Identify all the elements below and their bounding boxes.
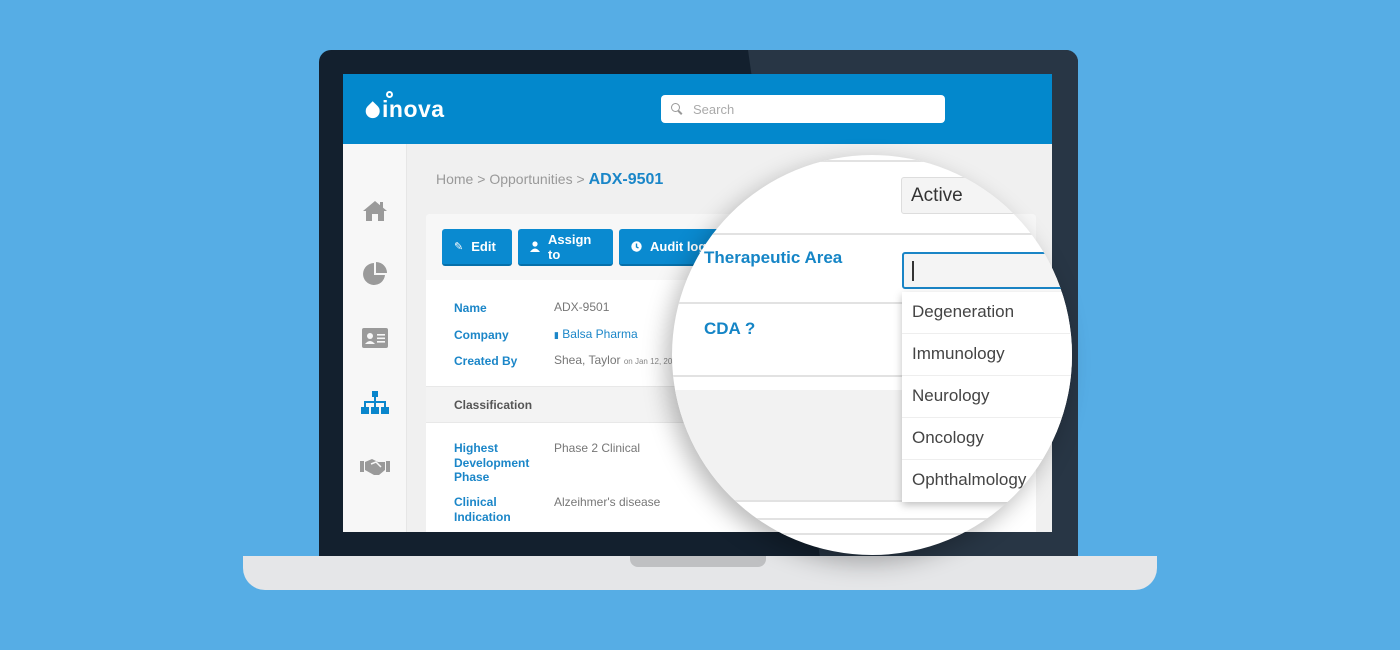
company-label: Company (454, 328, 509, 342)
logo-label: inova (382, 95, 445, 122)
name-value: ADX-9501 (554, 300, 610, 314)
user-icon (530, 241, 540, 252)
divider (672, 302, 902, 304)
sidebar-item-reports[interactable] (360, 259, 390, 289)
sidebar-item-contacts[interactable] (360, 323, 390, 353)
search-icon (671, 103, 683, 115)
divider (672, 375, 902, 377)
therapeutic-area-dropdown: Degeneration Immunology Neurology Oncolo… (902, 292, 1072, 502)
logo[interactable]: inova (362, 90, 445, 124)
pencil-icon: ✎ (454, 241, 464, 253)
edit-button[interactable]: ✎ Edit (442, 229, 512, 266)
breadcrumb-home[interactable]: Home (436, 171, 473, 187)
magnifier-lens: Active Therapeutic Area CDA ? Degenerati… (672, 155, 1072, 555)
search-box[interactable] (661, 95, 945, 123)
org-chart-icon (361, 391, 389, 414)
created-on-date: on Jan 12, 201 (623, 357, 677, 366)
therapeutic-area-input[interactable] (902, 252, 1072, 289)
indication-value: Alzeihmer's disease (554, 495, 661, 509)
breadcrumb-separator: > (572, 171, 589, 187)
magnified-content: Active Therapeutic Area CDA ? Degenerati… (672, 155, 1072, 555)
therapeutic-area-label: Therapeutic Area (704, 248, 843, 267)
logo-text: inova (382, 90, 445, 123)
divider (672, 518, 1072, 520)
status-select[interactable]: Active (901, 177, 1072, 214)
divider (672, 233, 1072, 235)
divider (672, 160, 1072, 162)
sidebar-item-opportunities[interactable] (360, 388, 390, 418)
sidebar-item-deals[interactable] (360, 452, 390, 482)
home-icon (363, 201, 387, 221)
laptop-notch (630, 556, 766, 567)
company-link[interactable]: ▮ Balsa Pharma (554, 327, 638, 341)
building-icon: ▮ (554, 330, 559, 340)
indication-label: Clinical Indication (454, 495, 511, 524)
assign-to-button[interactable]: Assign to (518, 229, 613, 266)
company-value: Balsa Pharma (562, 327, 638, 341)
dropdown-option[interactable]: Degeneration (902, 292, 1072, 334)
dropdown-option[interactable]: Neurology (902, 376, 1072, 418)
handshake-icon (360, 459, 390, 475)
breadcrumb-current: ADX-9501 (588, 171, 664, 188)
top-bar: inova (343, 74, 1052, 144)
edit-label: Edit (471, 239, 496, 254)
dropdown-option[interactable]: Ophthalmology (902, 460, 1072, 502)
divider (672, 533, 1072, 535)
search-input[interactable] (693, 101, 923, 117)
created-by-name: Shea, Taylor (554, 353, 621, 367)
cda-label: CDA ? (704, 319, 756, 338)
name-label: Name (454, 301, 487, 315)
sidebar-item-home[interactable] (360, 196, 390, 226)
created-by-label: Created By (454, 354, 518, 368)
breadcrumb-separator: > (473, 171, 490, 187)
assign-label: Assign to (548, 231, 592, 262)
clock-icon (631, 241, 642, 252)
dropdown-option[interactable]: Immunology (902, 334, 1072, 376)
sidebar (343, 144, 407, 532)
phase-label: Highest Development Phase (454, 441, 530, 484)
dropdown-option[interactable]: Oncology (902, 418, 1072, 460)
text-caret (912, 261, 914, 281)
logo-dot (386, 90, 393, 98)
phase-value: Phase 2 Clinical (554, 441, 641, 455)
contact-card-icon (362, 328, 388, 348)
pie-chart-icon (363, 262, 387, 285)
created-by-value: Shea, Taylor on Jan 12, 201 (554, 353, 677, 367)
breadcrumb-opportunities[interactable]: Opportunities (489, 171, 572, 187)
empty-panel (672, 390, 912, 500)
breadcrumb: Home > Opportunities > ADX-9501 (436, 171, 663, 189)
logo-drop-icon (362, 101, 383, 122)
